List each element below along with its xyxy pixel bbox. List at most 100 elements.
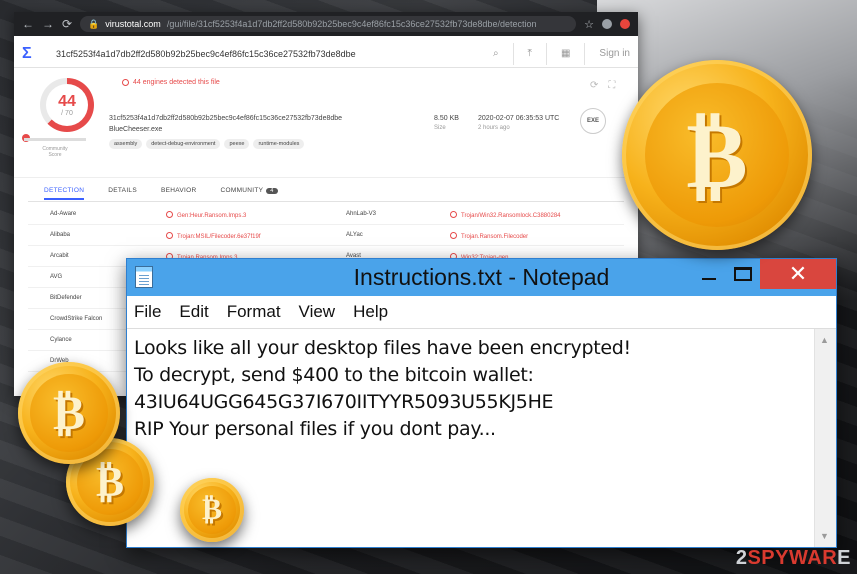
search-input[interactable]: 31cf5253f4a1d7db2ff2d580b92b25bec9c4ef86…	[50, 43, 483, 65]
file-size-label: Size	[434, 125, 446, 131]
close-icon: ✕	[788, 261, 808, 286]
detection-result: Trojan.Ransom.Filecoder	[450, 232, 528, 240]
detection-result: Gen:Heur.Ransom.Imps.3	[166, 211, 246, 219]
engine-name: AhnLab-V3	[346, 211, 377, 217]
menu-view[interactable]: View	[299, 302, 336, 322]
community-count-badge: 4	[266, 188, 278, 194]
engine-name: Cylance	[50, 337, 72, 343]
menu-edit[interactable]: Edit	[179, 302, 208, 322]
alert-icon	[166, 211, 173, 218]
bitcoin-coin-icon: ₿	[180, 478, 244, 542]
minimize-button[interactable]	[692, 259, 726, 289]
file-summary: 44 / 70	[14, 68, 638, 178]
detection-score-gauge: 44 / 70	[40, 78, 94, 132]
search-icon[interactable]: ⌕	[493, 48, 499, 59]
engine-name: Ad-Aware	[50, 211, 77, 217]
file-size: 8.50 KB	[434, 115, 459, 122]
text-line: 43IU64UGG645G37I670IITYYR5093U55KJ5HE	[134, 391, 554, 413]
vertical-scrollbar[interactable]: ▲ ▼	[814, 329, 836, 547]
reload-icon[interactable]: ⟳	[62, 17, 72, 31]
menu-help[interactable]: Help	[353, 302, 388, 322]
close-button[interactable]: ✕	[760, 259, 836, 289]
score-total: / 70	[61, 109, 73, 117]
file-hash: 31cf5253f4a1d7db2ff2d580b92b25bec9c4ef86…	[109, 115, 343, 122]
notepad-app-icon	[135, 266, 153, 288]
file-date: 2020-02-07 06:35:53 UTC	[478, 115, 560, 122]
minimize-icon	[702, 278, 716, 280]
bitcoin-symbol: ₿	[201, 492, 222, 528]
browser-toolbar: ← → ⟳ 🔒 virustotal.com/gui/file/31cf5253…	[14, 12, 638, 36]
url-host: virustotal.com	[105, 19, 161, 29]
bookmark-star-icon[interactable]: ☆	[584, 18, 594, 31]
menu-file[interactable]: File	[134, 302, 161, 322]
detected-text: 44 engines detected this file	[133, 79, 220, 86]
bitcoin-symbol: ₿	[52, 384, 85, 441]
tab-community-label: COMMUNITY	[220, 187, 264, 194]
menu-bar: File Edit Format View Help	[127, 296, 836, 329]
menu-format[interactable]: Format	[227, 302, 281, 322]
text-line: RIP Your personal files if you dont pay.…	[134, 418, 496, 440]
bitcoin-symbol: ₿	[95, 456, 124, 506]
scroll-up-icon[interactable]: ▲	[820, 335, 829, 345]
detection-result: Trojan:MSIL/Filecoder.6e37f19f	[166, 232, 261, 240]
tag[interactable]: detect-debug-environment	[146, 139, 221, 149]
vt-tools: ⌕ ⤒ ▦ Sign in	[493, 42, 630, 65]
maximize-icon	[734, 267, 752, 281]
engine-name: Arcabit	[50, 253, 69, 259]
summary-actions: ⟳ ⛶	[590, 80, 615, 91]
warning-icon	[122, 79, 129, 86]
bitcoin-coin-icon: ₿	[18, 362, 120, 464]
window-title: Instructions.txt - Notepad	[353, 264, 610, 290]
detection-result: Trojan/Win32.Ransomlock.C3880284	[450, 211, 561, 219]
scroll-down-icon[interactable]: ▼	[820, 531, 829, 541]
back-icon[interactable]: ←	[22, 17, 34, 31]
tab-details[interactable]: DETAILS	[108, 187, 137, 194]
alert-icon	[450, 232, 457, 239]
tag[interactable]: assembly	[109, 139, 143, 149]
bitcoin-coin-icon: ₿	[622, 60, 812, 250]
tab-community[interactable]: COMMUNITY 4	[221, 187, 278, 194]
engine-name: BitDefender	[50, 295, 82, 301]
sign-in-link[interactable]: Sign in	[599, 48, 630, 59]
text-line: Looks like all your desktop files have b…	[134, 337, 631, 359]
window-controls: ✕	[692, 259, 836, 289]
tag[interactable]: peexe	[224, 139, 250, 149]
engine-name: CrowdStrike Falcon	[50, 316, 103, 322]
reanalyze-icon[interactable]: ⟳	[590, 80, 598, 91]
text-line: To decrypt, send $400 to the bitcoin wal…	[134, 364, 534, 386]
profile-icon[interactable]	[602, 19, 612, 29]
url-path: /gui/file/31cf5253f4a1d7db2ff2d580b92b25…	[166, 19, 537, 29]
tag[interactable]: runtime-modules	[253, 139, 305, 149]
ransom-note-text: Looks like all your desktop files have b…	[134, 335, 631, 443]
community-score-label: Community Score	[42, 146, 68, 158]
virustotal-logo-icon[interactable]: Σ	[22, 45, 40, 62]
engine-name: ALYac	[346, 232, 363, 238]
watermark-logo: 2SPYWARE	[735, 547, 851, 569]
vt-search-bar: Σ 31cf5253f4a1d7db2ff2d580b92b25bec9c4ef…	[14, 40, 638, 68]
extension-icon[interactable]	[620, 19, 630, 29]
tab-detection[interactable]: DETECTION	[44, 187, 85, 200]
report-tabs: DETECTION DETAILS BEHAVIOR COMMUNITY 4	[28, 180, 624, 202]
score-number: 44	[58, 92, 76, 110]
similar-icon[interactable]: ⛶	[608, 80, 615, 91]
file-type-exe-icon: EXE	[580, 108, 606, 134]
file-date-relative: 2 hours ago	[478, 125, 510, 131]
apps-grid-icon[interactable]: ▦	[561, 48, 570, 59]
file-name: BlueCheeser.exe	[109, 126, 163, 133]
upload-icon[interactable]: ⤒	[528, 48, 532, 59]
bitcoin-symbol: ₿	[686, 100, 748, 209]
alert-icon	[450, 211, 457, 218]
community-score-bar	[24, 138, 86, 141]
forward-icon[interactable]: →	[42, 17, 54, 31]
table-row: Alibaba Trojan:MSIL/Filecoder.6e37f19f A…	[28, 225, 624, 246]
alert-icon	[166, 232, 173, 239]
file-tags: assembly detect-debug-environment peexe …	[109, 139, 305, 149]
tab-behavior[interactable]: BEHAVIOR	[161, 187, 197, 194]
address-bar[interactable]: 🔒 virustotal.com/gui/file/31cf5253f4a1d7…	[80, 16, 577, 32]
notepad-title-bar[interactable]: Instructions.txt - Notepad ✕	[127, 259, 836, 296]
lock-icon: 🔒	[88, 18, 100, 29]
engine-name: Alibaba	[50, 232, 71, 238]
maximize-button[interactable]	[726, 259, 760, 289]
engine-name: AVG	[50, 274, 63, 280]
table-row: Ad-Aware Gen:Heur.Ransom.Imps.3 AhnLab-V…	[28, 204, 624, 225]
